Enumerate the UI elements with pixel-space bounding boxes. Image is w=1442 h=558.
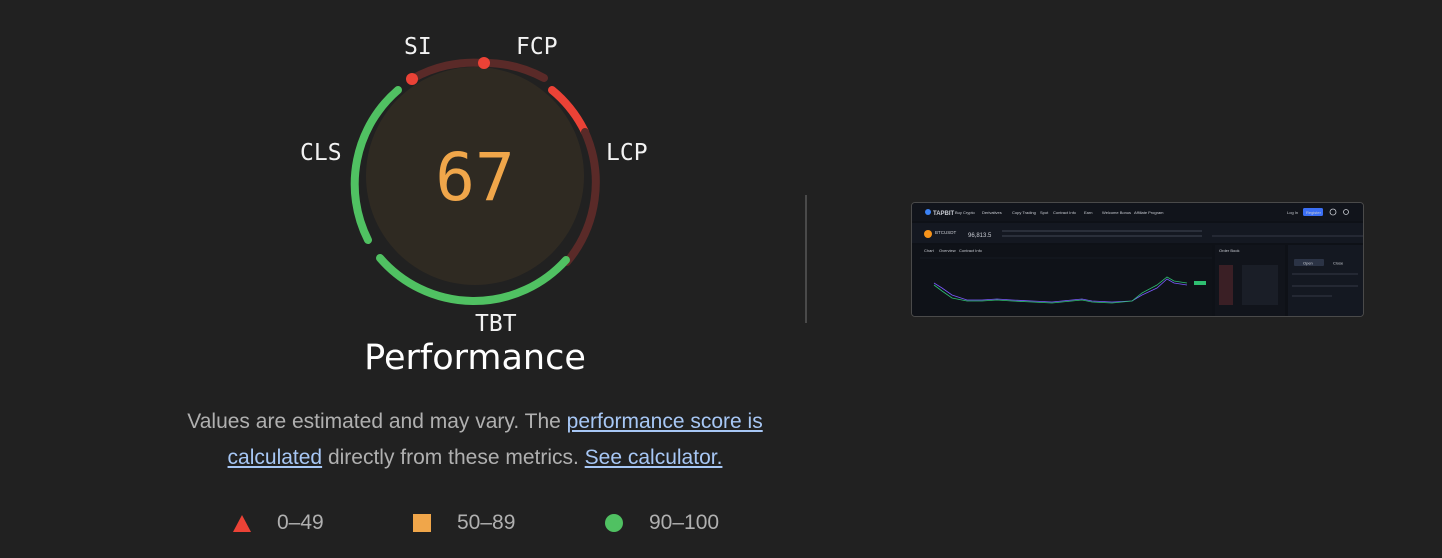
thumb-tab-overview: Overview bbox=[939, 248, 956, 253]
performance-score: 67 bbox=[435, 139, 515, 216]
fcp-arc-dot bbox=[478, 57, 490, 69]
average-square-icon bbox=[413, 514, 431, 532]
thumb-pair: BTCUSDT bbox=[935, 230, 957, 235]
thumbnail-svg: TAPBIT Buy Crypto Derivatives Copy Tradi… bbox=[912, 203, 1363, 316]
score-description: Values are estimated and may vary. The p… bbox=[150, 404, 800, 476]
thumb-logo-icon bbox=[925, 209, 931, 215]
thumb-ticker-stats-3 bbox=[1212, 235, 1363, 237]
thumb-tab-chart: Chart bbox=[924, 248, 935, 253]
thumb-order-book-title: Order Book bbox=[1219, 248, 1239, 253]
metric-label-tbt: TBT bbox=[475, 311, 517, 337]
thumb-nav-2: Copy Trading bbox=[1012, 210, 1036, 215]
legend-item-pass: 90–100 bbox=[605, 508, 719, 538]
thumb-form-row-1 bbox=[1292, 273, 1358, 275]
thumb-chart-panel bbox=[912, 245, 1212, 316]
description-text-before: Values are estimated and may vary. The bbox=[187, 410, 567, 433]
thumb-nav-5: Earn bbox=[1084, 210, 1092, 215]
performance-gauge: SI FCP LCP CLS TBT 67 Performance bbox=[0, 0, 950, 400]
fail-triangle-icon bbox=[233, 514, 251, 532]
score-legend: 0–49 50–89 90–100 bbox=[0, 508, 950, 538]
thumb-order-form bbox=[1288, 245, 1363, 316]
thumb-open-label: Open bbox=[1303, 261, 1313, 266]
thumb-form-row-3 bbox=[1292, 295, 1332, 297]
pass-circle-icon bbox=[605, 514, 623, 532]
metric-label-lcp: LCP bbox=[606, 140, 648, 166]
gauge-title: Performance bbox=[364, 338, 586, 378]
metric-label-fcp: FCP bbox=[516, 34, 558, 60]
thumb-login: Log In bbox=[1287, 210, 1298, 215]
lighthouse-performance-section: SI FCP LCP CLS TBT 67 Performance Values… bbox=[0, 0, 1442, 558]
thumb-brand: TAPBIT bbox=[933, 211, 955, 217]
thumb-price-tag bbox=[1194, 281, 1206, 285]
thumb-ticker-stats bbox=[1002, 230, 1202, 232]
vertical-divider bbox=[805, 195, 807, 323]
thumb-form-row-2 bbox=[1292, 285, 1358, 287]
thumb-btc-icon bbox=[924, 230, 932, 238]
legend-pass-label: 90–100 bbox=[649, 511, 720, 534]
thumb-nav-6: Welcome Bonus bbox=[1102, 210, 1131, 215]
thumb-price: 96,813.5 bbox=[968, 233, 992, 239]
see-calculator-link[interactable]: See calculator. bbox=[585, 446, 723, 469]
final-screenshot-thumbnail[interactable]: TAPBIT Buy Crypto Derivatives Copy Tradi… bbox=[911, 202, 1364, 317]
metric-label-cls: CLS bbox=[300, 140, 342, 166]
thumb-close-label: Close bbox=[1333, 261, 1344, 266]
thumb-tab-contract: Contract Info bbox=[959, 248, 983, 253]
thumb-book-rows bbox=[1242, 265, 1278, 305]
thumb-nav-3: Spot bbox=[1040, 210, 1049, 215]
legend-item-fail: 0–49 bbox=[233, 508, 324, 538]
thumb-nav-0: Buy Crypto bbox=[955, 210, 976, 215]
thumb-nav-1: Derivatives bbox=[982, 210, 1002, 215]
metric-label-si: SI bbox=[404, 34, 432, 60]
thumb-register: Register bbox=[1306, 210, 1322, 215]
thumb-ticker-stats-2 bbox=[1002, 235, 1202, 237]
legend-fail-label: 0–49 bbox=[277, 511, 324, 534]
si-arc-dot bbox=[406, 73, 418, 85]
thumb-asks-bar bbox=[1219, 265, 1233, 305]
thumb-nav-7: Affiliate Program bbox=[1134, 210, 1164, 215]
legend-item-average: 50–89 bbox=[413, 508, 515, 538]
thumb-nav-4: Contract Info bbox=[1053, 210, 1077, 215]
description-text-middle: directly from these metrics. bbox=[322, 446, 585, 469]
legend-average-label: 50–89 bbox=[457, 511, 516, 534]
